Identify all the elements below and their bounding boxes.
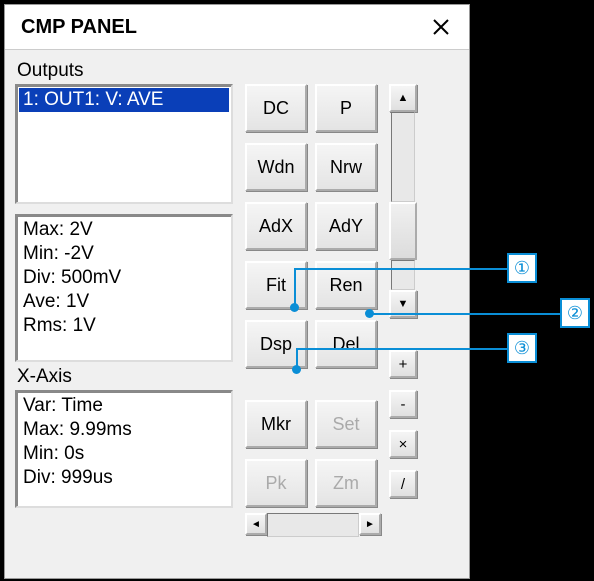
list-item: Rms: 1V	[19, 314, 229, 338]
nrw-button[interactable]: Nrw	[315, 143, 377, 191]
callout-line	[296, 348, 298, 368]
list-item[interactable]: 1: OUT1: V: AVE	[19, 88, 229, 112]
scroll-left-icon[interactable]: ◄	[245, 513, 267, 535]
zm-button[interactable]: Zm	[315, 459, 377, 507]
list-item: Ave: 1V	[19, 290, 229, 314]
del-button[interactable]: Del	[315, 320, 377, 368]
callout-2: ②	[560, 298, 590, 328]
scroll-track[interactable]	[391, 112, 415, 202]
dc-button[interactable]: DC	[245, 84, 307, 132]
list-item: Min: 0s	[19, 442, 229, 466]
set-button[interactable]: Set	[315, 400, 377, 448]
list-item: Max: 2V	[19, 218, 229, 242]
ady-button[interactable]: AdY	[315, 202, 377, 250]
scroll-track[interactable]	[391, 260, 415, 290]
scroll-thumb[interactable]	[389, 202, 417, 260]
titlebar: CMP PANEL	[5, 5, 469, 50]
scroll-track[interactable]	[267, 513, 359, 537]
xaxis-label: X-Axis	[17, 366, 233, 388]
pk-button[interactable]: Pk	[245, 459, 307, 507]
panel-body: Outputs 1: OUT1: V: AVE Max: 2V Min: -2V…	[5, 50, 469, 543]
plus-button[interactable]: +	[389, 350, 417, 378]
callout-line	[370, 313, 560, 315]
scroll-up-icon[interactable]: ▲	[389, 84, 417, 112]
window-title: CMP PANEL	[13, 16, 421, 39]
callout-line	[294, 268, 296, 306]
outputs-list[interactable]: 1: OUT1: V: AVE	[15, 84, 233, 204]
list-item: Var: Time	[19, 394, 229, 418]
list-item: Div: 500mV	[19, 266, 229, 290]
stats-list[interactable]: Max: 2V Min: -2V Div: 500mV Ave: 1V Rms:…	[15, 214, 233, 362]
times-button[interactable]: ×	[389, 430, 417, 458]
hscroll[interactable]: ◄ ►	[245, 513, 381, 537]
p-button[interactable]: P	[315, 84, 377, 132]
callout-1: ①	[507, 253, 537, 283]
adx-button[interactable]: AdX	[245, 202, 307, 250]
xaxis-list[interactable]: Var: Time Max: 9.99ms Min: 0s Div: 999us	[15, 390, 233, 508]
cmp-panel: CMP PANEL Outputs 1: OUT1: V: AVE Max: 2…	[4, 4, 470, 579]
callout-3: ③	[507, 333, 537, 363]
slash-button[interactable]: /	[389, 470, 417, 498]
outputs-label: Outputs	[17, 60, 459, 82]
mkr-button[interactable]: Mkr	[245, 400, 307, 448]
callout-line	[294, 268, 507, 270]
minus-button[interactable]: -	[389, 390, 417, 418]
wdn-button[interactable]: Wdn	[245, 143, 307, 191]
close-icon[interactable]	[421, 7, 461, 47]
list-item: Min: -2V	[19, 242, 229, 266]
list-item: Max: 9.99ms	[19, 418, 229, 442]
list-item: Div: 999us	[19, 466, 229, 490]
scroll-right-icon[interactable]: ►	[359, 513, 381, 535]
callout-line	[296, 348, 507, 350]
